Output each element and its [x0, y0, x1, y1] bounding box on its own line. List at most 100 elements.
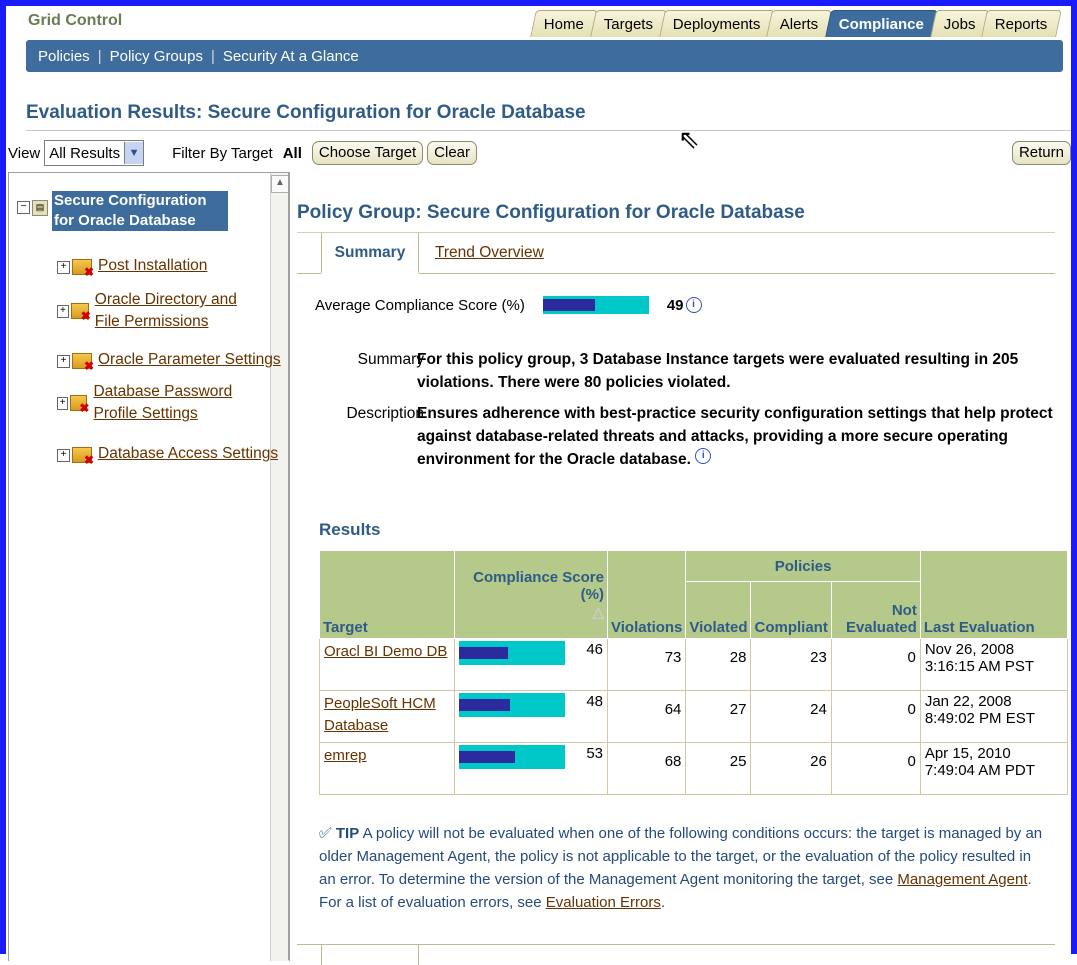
tree-item-password-profile[interactable]: + ✖ Database Password Profile Settings	[57, 381, 237, 425]
tab-deployments[interactable]: Deployments	[658, 10, 775, 37]
subnav-separator: |	[210, 47, 215, 65]
main-content: Policy Group: Secure Configuration for O…	[288, 172, 1072, 965]
header-last-evaluation[interactable]: Last Evaluation	[919, 550, 1068, 639]
management-agent-link[interactable]: Management Agent	[897, 871, 1027, 888]
collapse-icon[interactable]: −	[17, 201, 30, 214]
tree-item-oracle-directory[interactable]: + ✖ Oracle Directory and File Permission…	[57, 289, 237, 333]
average-compliance-score: Average Compliance Score (%) 49 i	[315, 296, 702, 314]
tab-home[interactable]: Home	[529, 10, 598, 37]
expand-icon[interactable]: +	[57, 397, 69, 410]
page-title: Evaluation Results: Secure Configuration…	[26, 102, 586, 123]
tree-root-label[interactable]: Secure Configuration for Oracle Database	[52, 191, 228, 231]
acs-label: Average Compliance Score (%)	[315, 296, 525, 314]
sort-ascending-icon[interactable]: △	[592, 604, 604, 621]
filter-value: All	[282, 144, 302, 162]
tree-root-node[interactable]: − ▤ Secure Configuration for Oracle Data…	[17, 191, 228, 231]
cell-not-evaluated: 0	[830, 742, 921, 795]
chevron-down-icon[interactable]: ▼	[124, 142, 144, 164]
cell-compliant: 26	[750, 742, 832, 795]
subnav-security-at-a-glance[interactable]: Security At a Glance	[223, 48, 359, 65]
cell-last-evaluation: Nov 26, 2008 3:16:15 AM PST	[919, 638, 1068, 691]
expand-icon[interactable]: +	[57, 449, 70, 462]
bottom-tabs	[297, 944, 1055, 965]
cell-violated: 27	[685, 690, 752, 743]
tree-item-post-installation[interactable]: + ✖ Post Installation	[57, 255, 207, 278]
folder-violation-icon: ✖	[70, 303, 91, 322]
header-compliance-score[interactable]: Compliance Score (%) △	[454, 550, 608, 639]
score-bar	[459, 693, 565, 717]
cell-score: 48	[454, 690, 608, 743]
target-link[interactable]: Oracl BI Demo DB	[324, 643, 447, 660]
target-link[interactable]: emrep	[324, 747, 367, 764]
tab-trend-overview[interactable]: Trend Overview	[435, 233, 544, 272]
view-label: View	[8, 144, 41, 162]
info-icon[interactable]: i	[695, 448, 712, 464]
evaluation-errors-link[interactable]: Evaluation Errors	[546, 894, 661, 911]
score-bar-fill	[459, 647, 508, 659]
subnav-policies[interactable]: Policies	[38, 48, 90, 65]
tab-summary[interactable]: Summary	[321, 233, 419, 274]
cell-score: 53	[454, 742, 608, 795]
folder-violation-icon: ✖	[72, 353, 94, 372]
header-target[interactable]: Target	[319, 550, 455, 639]
results-table: Target Compliance Score (%) △ Violations …	[319, 550, 1068, 795]
tab-alerts[interactable]: Alerts	[766, 10, 833, 37]
header-compliant[interactable]: Compliant	[750, 581, 832, 639]
score-bar	[459, 745, 565, 769]
header-compliance-score-label: Compliance Score (%)	[473, 568, 604, 603]
tree-scrollbar[interactable]: ▲	[270, 173, 289, 961]
tab-compliance[interactable]: Compliance	[824, 10, 938, 37]
scroll-up-icon[interactable]: ▲	[271, 175, 289, 193]
acs-value: 49	[666, 296, 684, 314]
score-value: 46	[586, 641, 603, 658]
folder-violation-icon: ✖	[72, 447, 94, 466]
expand-icon[interactable]: +	[57, 305, 69, 318]
tree-item-database-access[interactable]: + ✖ Database Access Settings	[57, 443, 278, 466]
filter-bar: View All Results ▼ Filter By Target All …	[8, 139, 1071, 167]
summary-text: For this policy group, 3 Database Instan…	[417, 351, 1019, 391]
main-tabs: Home Targets Deployments Alerts Complian…	[529, 10, 1062, 37]
header-not-evaluated[interactable]: Not Evaluated	[830, 581, 921, 639]
score-bar	[459, 641, 565, 665]
tip-label: TIP	[335, 825, 360, 842]
view-select[interactable]: All Results ▼	[44, 140, 145, 166]
cell-not-evaluated: 0	[830, 638, 921, 691]
folder-violation-icon: ✖	[72, 259, 94, 278]
cell-compliant: 23	[750, 638, 832, 691]
tree-item-oracle-parameter[interactable]: + ✖ Oracle Parameter Settings	[57, 349, 281, 372]
tab-jobs[interactable]: Jobs	[929, 10, 990, 37]
cell-target: PeopleSoft HCM Database	[319, 690, 455, 743]
return-button[interactable]: Return	[1011, 141, 1071, 165]
header-violated[interactable]: Violated	[685, 581, 752, 639]
header-violations[interactable]: Violations	[606, 550, 687, 639]
cell-violated: 28	[685, 638, 752, 691]
policy-group-icon: ▤	[32, 200, 48, 216]
cell-violations: 64	[606, 690, 687, 743]
target-link[interactable]: PeopleSoft HCM Database	[324, 695, 436, 734]
tree-item-label[interactable]: Post Installation	[98, 255, 207, 277]
tree-item-label[interactable]: Database Password Profile Settings	[93, 381, 237, 425]
cell-compliant: 24	[750, 690, 832, 743]
cell-violations: 73	[606, 638, 687, 691]
policy-group-title: Policy Group: Secure Configuration for O…	[297, 202, 805, 223]
info-icon[interactable]: i	[685, 297, 702, 313]
tree-item-label[interactable]: Oracle Directory and File Permissions	[95, 289, 237, 333]
score-bar-fill	[459, 699, 510, 711]
mouse-cursor-icon: ⇖	[678, 124, 700, 154]
expand-icon[interactable]: +	[57, 355, 70, 368]
app-title: Grid Control	[28, 12, 123, 29]
tab-targets[interactable]: Targets	[589, 10, 667, 37]
bottom-tab-summary[interactable]	[321, 945, 419, 965]
clear-button[interactable]: Clear	[427, 141, 478, 165]
table-row: PeopleSoft HCM Database 48 64 27 24 0 Ja…	[319, 690, 1068, 743]
tree-item-label[interactable]: Oracle Parameter Settings	[98, 349, 281, 371]
choose-target-button[interactable]: Choose Target	[311, 141, 424, 165]
acs-bar	[542, 296, 649, 314]
content-tabs: Summary Trend Overview	[297, 232, 1055, 274]
expand-icon[interactable]: +	[57, 261, 70, 274]
tree-item-label[interactable]: Database Access Settings	[98, 443, 278, 465]
subnav-policy-groups[interactable]: Policy Groups	[110, 48, 203, 65]
tip-note: ✅︎ TIP A policy will not be evaluated wh…	[319, 822, 1049, 914]
tab-reports[interactable]: Reports	[981, 10, 1062, 37]
folder-violation-icon: ✖	[70, 395, 89, 414]
